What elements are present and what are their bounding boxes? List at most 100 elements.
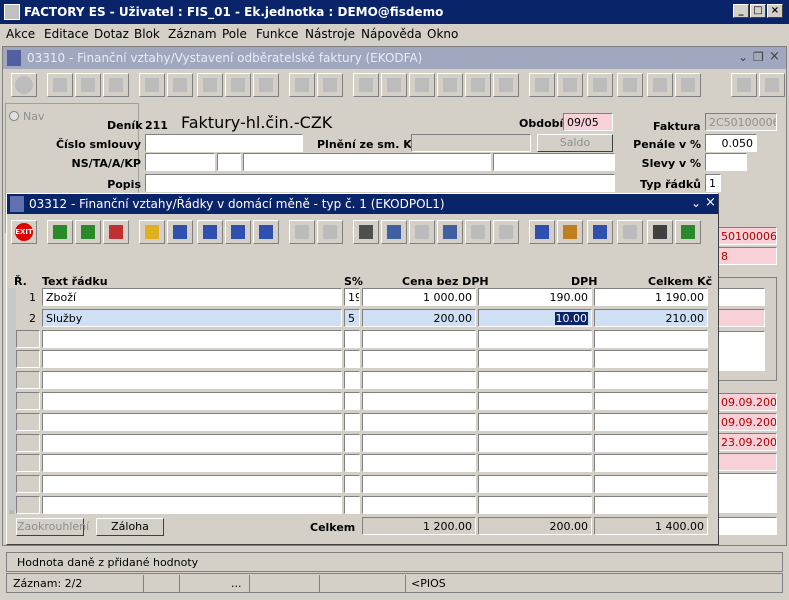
outer-restore-icon[interactable]: ❐ [753, 50, 764, 64]
faktura-right-field[interactable]: 50100006 [717, 227, 777, 245]
inner-cut-button[interactable] [353, 220, 379, 244]
excel-button[interactable] [675, 73, 701, 97]
nav-radio-icon[interactable] [9, 111, 19, 121]
cell-celkem[interactable] [594, 350, 708, 368]
duplicate-record-button[interactable] [75, 73, 101, 97]
inner-clock-button[interactable] [617, 220, 643, 244]
cell-celkem[interactable] [594, 330, 708, 348]
settings-button[interactable] [557, 73, 583, 97]
cell-cena[interactable] [362, 350, 476, 368]
cell-celkem[interactable] [594, 371, 708, 389]
inner-settings-button[interactable] [557, 220, 583, 244]
cell-cena[interactable] [362, 392, 476, 410]
inner-triangle-button[interactable] [587, 220, 613, 244]
context-help-button[interactable] [759, 73, 785, 97]
right-field-4[interactable] [717, 309, 765, 327]
cell-cena[interactable] [362, 434, 476, 452]
cell-cena[interactable] [362, 454, 476, 472]
cell-cena[interactable] [362, 371, 476, 389]
cell-text[interactable] [42, 434, 342, 452]
inner-query-button[interactable] [139, 220, 165, 244]
date-field-3[interactable]: 23.09.2005 [717, 433, 777, 451]
right-textarea[interactable] [717, 331, 765, 371]
cell-dph[interactable]: 190.00 [478, 288, 592, 306]
menu-funkce[interactable]: Funkce [256, 27, 298, 41]
inner-print-button[interactable] [289, 220, 315, 244]
cell-cena[interactable] [362, 330, 476, 348]
delete-record-button[interactable] [103, 73, 129, 97]
menu-dotaz[interactable]: Dotaz [94, 27, 129, 41]
sort-multi-button[interactable] [253, 73, 279, 97]
query-button[interactable] [139, 73, 165, 97]
inner-list-button[interactable] [465, 220, 491, 244]
inner-delete-record-button[interactable] [103, 220, 129, 244]
cell-cena[interactable] [362, 496, 476, 514]
paste-button[interactable] [409, 73, 435, 97]
cell-text[interactable] [42, 330, 342, 348]
penale-field[interactable]: 0.050 [705, 134, 757, 152]
inner-find-button[interactable] [437, 220, 463, 244]
cell-s[interactable] [344, 350, 360, 368]
right-textarea-2[interactable] [717, 473, 777, 513]
cell-dph[interactable] [478, 392, 592, 410]
zaloha-button[interactable]: Záloha [96, 518, 164, 536]
cell-celkem[interactable] [594, 454, 708, 472]
cut-button[interactable] [353, 73, 379, 97]
cell-text[interactable] [42, 413, 342, 431]
inner-duplicate-record-button[interactable] [75, 220, 101, 244]
exit-button[interactable] [11, 73, 37, 97]
popis-field[interactable] [145, 174, 615, 192]
date-field-1[interactable]: 09.09.2005 [717, 393, 777, 411]
cell-s[interactable] [344, 371, 360, 389]
print-button[interactable] [289, 73, 315, 97]
print-preview-button[interactable] [317, 73, 343, 97]
clock-button[interactable] [617, 73, 643, 97]
right-field-5[interactable] [717, 453, 777, 471]
cell-dph[interactable]: 10.00 [478, 309, 592, 327]
saldo-smlouvy-button[interactable]: Saldo smlouvy [537, 134, 613, 164]
right-field-2[interactable]: 8 [717, 247, 777, 265]
find-button[interactable] [437, 73, 463, 97]
insert-record-button[interactable] [47, 73, 73, 97]
a-field[interactable] [243, 153, 491, 171]
inner-sort-multi-button[interactable] [253, 220, 279, 244]
right-field-6[interactable] [717, 517, 777, 535]
cell-celkem[interactable] [594, 496, 708, 514]
inner-copy-button[interactable] [381, 220, 407, 244]
cell-cena[interactable]: 200.00 [362, 309, 476, 327]
inner-insert-record-button[interactable] [47, 220, 73, 244]
inner-grid-button[interactable] [493, 220, 519, 244]
menu-blok[interactable]: Blok [134, 27, 160, 41]
cell-text[interactable] [42, 496, 342, 514]
cell-celkem[interactable] [594, 434, 708, 452]
plneni-field[interactable] [411, 134, 531, 152]
execute-query-button[interactable] [167, 73, 193, 97]
calendar-button[interactable] [529, 73, 555, 97]
cell-celkem[interactable]: 1 190.00 [594, 288, 708, 306]
inner-exit-button[interactable]: EXIT [11, 220, 37, 244]
sort-asc-button[interactable] [197, 73, 223, 97]
cell-s[interactable] [344, 330, 360, 348]
right-field-3[interactable] [717, 288, 765, 306]
cell-s[interactable] [344, 475, 360, 493]
cell-dph[interactable] [478, 434, 592, 452]
menu-nastroje[interactable]: Nástroje [305, 27, 355, 41]
inner-print-preview-button[interactable] [317, 220, 343, 244]
inner-sort-desc-button[interactable] [225, 220, 251, 244]
inner-sum-button[interactable] [647, 220, 673, 244]
grid-scrollbar[interactable] [8, 288, 16, 510]
date-field-2[interactable]: 09.09.2005 [717, 413, 777, 431]
close-icon[interactable]: × [767, 4, 783, 18]
help-button[interactable] [731, 73, 757, 97]
cell-celkem[interactable]: 210.00 [594, 309, 708, 327]
menu-akce[interactable]: Akce [6, 27, 35, 41]
triangle-button[interactable] [587, 73, 613, 97]
cell-text[interactable] [42, 371, 342, 389]
inner-minimize-icon[interactable]: ⌄ [691, 196, 701, 210]
cell-text[interactable] [42, 475, 342, 493]
inner-close-icon[interactable]: × [705, 195, 716, 210]
cell-text[interactable]: Zboží [42, 288, 342, 306]
inner-calendar-button[interactable] [529, 220, 555, 244]
cell-text[interactable]: Služby [42, 309, 342, 327]
cell-celkem[interactable] [594, 475, 708, 493]
